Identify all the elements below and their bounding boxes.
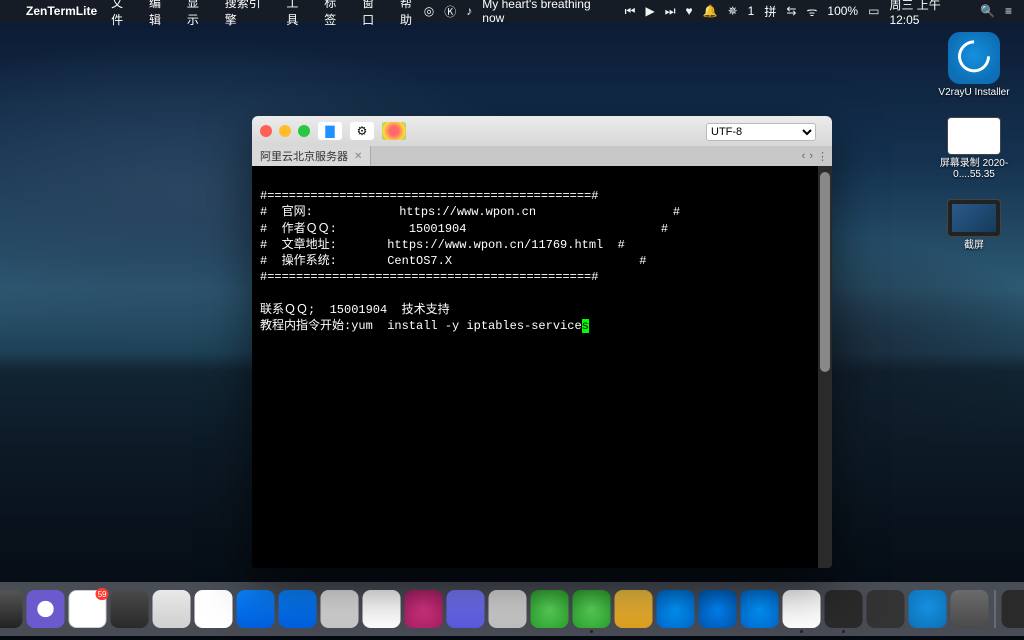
dock-config[interactable] <box>951 590 989 628</box>
chevron-right-icon[interactable]: › <box>809 150 813 162</box>
dock-downloads[interactable] <box>1002 590 1024 628</box>
minimize-button[interactable] <box>279 125 291 137</box>
dock-safari[interactable] <box>237 590 275 628</box>
dock-calendar[interactable]: 59 <box>69 590 107 628</box>
desktop-icon-screenrec[interactable]: 屏幕录制 2020-0....55.35 <box>934 117 1014 181</box>
dock: 59 <box>0 582 1024 636</box>
desktop-icon-label: 截屏 <box>964 240 984 252</box>
dock-appstore[interactable] <box>489 590 527 628</box>
heart-icon[interactable]: ♥ <box>686 4 693 18</box>
dock-kugou[interactable] <box>741 590 779 628</box>
dock-launchpad[interactable] <box>0 590 23 628</box>
music-note-icon[interactable]: ♪ <box>466 4 472 18</box>
menu-help[interactable]: 帮助 <box>400 0 424 28</box>
dock-contacts[interactable] <box>153 590 191 628</box>
chevron-left-icon[interactable]: ‹ <box>802 150 806 162</box>
desktop-icon-label: V2rayU Installer <box>938 87 1009 99</box>
app-name[interactable]: ZenTermLite <box>26 4 97 18</box>
dock-siri[interactable] <box>27 590 65 628</box>
now-playing-title[interactable]: My heart's breathing now <box>482 0 614 25</box>
k-icon[interactable]: Ⓚ <box>444 3 456 20</box>
ime-label[interactable]: 拼 <box>764 3 776 20</box>
battery-icon[interactable]: ▭ <box>868 4 879 18</box>
dock-qq[interactable] <box>657 590 695 628</box>
clock[interactable]: 周三 上午12:05 <box>889 0 970 27</box>
encoding-selector[interactable]: UTF-8 <box>706 122 816 141</box>
dock-maps[interactable] <box>321 590 359 628</box>
desktop-icon-v2rayu[interactable]: V2rayU Installer <box>934 32 1014 99</box>
menu-tabs[interactable]: 标签 <box>324 0 348 28</box>
play-icon[interactable]: ▶ <box>645 4 654 18</box>
terminal-window: ▇ ⚙ UTF-8 阿里云北京服务器 ✕ ‹ › ⋮ #============… <box>252 116 832 568</box>
screenshot-icon <box>947 199 1001 237</box>
badge: 59 <box>96 588 109 600</box>
desktop-icon-label: 屏幕录制 2020-0....55.35 <box>935 158 1013 181</box>
dock-facetime[interactable] <box>531 590 569 628</box>
spotlight-icon[interactable]: 🔍 <box>980 4 995 18</box>
tab-overflow: ‹ › ⋮ <box>798 146 832 166</box>
terminal-cursor: s <box>582 319 589 333</box>
menu-window[interactable]: 窗口 <box>362 0 386 28</box>
desktop-icon-area: V2rayU Installer 屏幕录制 2020-0....55.35 截屏 <box>934 32 1014 251</box>
folder-icon[interactable]: ▇ <box>318 122 342 140</box>
tab-title: 阿里云北京服务器 <box>260 148 348 164</box>
color-picker-icon[interactable] <box>382 122 406 140</box>
v2rayu-icon <box>948 32 1000 84</box>
toggle-icon[interactable]: ⇆ <box>786 4 796 18</box>
close-button[interactable] <box>260 125 272 137</box>
menu-view[interactable]: 显示 <box>187 0 211 28</box>
prev-track-icon[interactable]: ⏮ <box>625 4 636 19</box>
dock-wechat[interactable] <box>573 590 611 628</box>
scrollbar-thumb[interactable] <box>820 172 830 372</box>
dock-edge[interactable] <box>699 590 737 628</box>
tab-server[interactable]: 阿里云北京服务器 ✕ <box>252 146 371 166</box>
maximize-button[interactable] <box>298 125 310 137</box>
tab-bar: 阿里云北京服务器 ✕ ‹ › ⋮ <box>252 146 832 166</box>
wechat-status-icon[interactable]: ✵ <box>728 4 738 18</box>
dock-mail[interactable] <box>279 590 317 628</box>
menu-file[interactable]: 文件 <box>111 0 135 28</box>
bell-icon[interactable]: 🔔 <box>703 4 718 18</box>
menu-search[interactable]: 搜索引擎 <box>225 0 273 28</box>
dock-pycharm[interactable] <box>867 590 905 628</box>
close-tab-icon[interactable]: ✕ <box>354 151 362 162</box>
ime-badge[interactable]: 1 <box>748 4 755 18</box>
dock-terminal[interactable] <box>825 590 863 628</box>
dock-chrome[interactable] <box>615 590 653 628</box>
dock-penguin[interactable] <box>783 590 821 628</box>
gear-icon[interactable]: ⚙ <box>350 122 374 140</box>
menubar: ZenTermLite 文件 编辑 显示 搜索引擎 工具 标签 窗口 帮助 ◎ … <box>0 0 1024 22</box>
desktop-icon-screenshot[interactable]: 截屏 <box>934 199 1014 252</box>
terminal-scrollbar[interactable] <box>818 166 832 568</box>
notification-center-icon[interactable]: ≡ <box>1005 4 1012 18</box>
dock-settings[interactable] <box>111 590 149 628</box>
overflow-menu-icon[interactable]: ⋮ <box>817 150 828 163</box>
dock-photos[interactable] <box>363 590 401 628</box>
menu-tools[interactable]: 工具 <box>286 0 310 28</box>
dock-reminders[interactable] <box>195 590 233 628</box>
dock-podcasts[interactable] <box>447 590 485 628</box>
dock-v2rayu[interactable] <box>909 590 947 628</box>
dock-separator <box>995 590 996 628</box>
menu-edit[interactable]: 编辑 <box>149 0 173 28</box>
encoding-select[interactable]: UTF-8 <box>706 123 816 141</box>
traffic-lights <box>260 125 310 137</box>
target-icon[interactable]: ◎ <box>424 4 434 18</box>
window-titlebar[interactable]: ▇ ⚙ UTF-8 <box>252 116 832 146</box>
screen-recording-icon <box>947 117 1001 155</box>
next-track-icon[interactable]: ⏭ <box>665 4 676 19</box>
wifi-icon[interactable]: ᯤ <box>806 3 817 20</box>
dock-music[interactable] <box>405 590 443 628</box>
terminal-viewport[interactable]: #=======================================… <box>252 166 832 568</box>
battery-percent[interactable]: 100% <box>827 4 858 18</box>
